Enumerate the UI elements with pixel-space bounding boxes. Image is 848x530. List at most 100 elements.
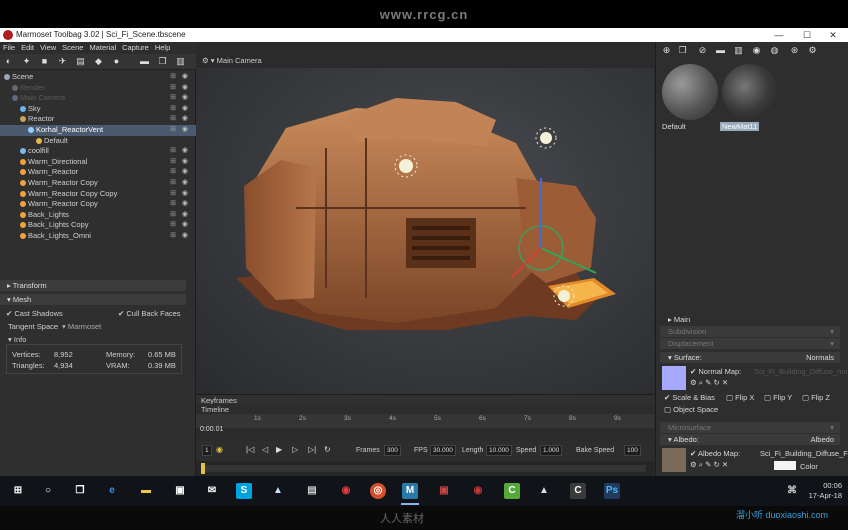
settings-icon[interactable]: ⚙	[808, 46, 817, 55]
cast-shadows-checkbox[interactable]: ✔ Cast Shadows	[6, 309, 63, 318]
add-material-icon[interactable]: ⊕	[662, 46, 671, 55]
search-icon[interactable]: ○	[40, 483, 56, 499]
tree-item-coolfill[interactable]: coolfill ⊞ ◉	[0, 146, 196, 157]
minimize-button[interactable]: —	[766, 28, 792, 42]
duplicate-material-icon[interactable]: ❐	[678, 46, 687, 55]
eye-icon[interactable]: ◉	[182, 72, 188, 83]
eye-icon[interactable]: ◉	[182, 199, 188, 210]
tree-item-render[interactable]: Render ⊞ ◉	[0, 83, 196, 94]
lock-icon[interactable]: ⊞	[170, 210, 176, 221]
lock-icon[interactable]: ⊞	[170, 189, 176, 200]
mesh-section-header[interactable]: ▾ Mesh	[0, 294, 186, 305]
menu-material[interactable]: Material	[86, 42, 119, 53]
folder-icon[interactable]: ▬	[716, 46, 725, 55]
tree-item-sky[interactable]: Sky ⊞ ◉	[0, 104, 196, 115]
menu-edit[interactable]: Edit	[18, 42, 37, 53]
tree-item-scene[interactable]: Scene ⊞ ◉	[0, 72, 196, 83]
eye-icon[interactable]: ◉	[182, 157, 188, 168]
lock-icon[interactable]: ⊞	[170, 93, 176, 104]
albedo-map-checkbox[interactable]: ✔ Albedo Map:	[690, 449, 740, 458]
eye-icon[interactable]: ◉	[182, 83, 188, 94]
tree-item-korhal-reactorvent[interactable]: Korhal_ReactorVent ⊞ ◉	[0, 124, 196, 136]
delete-icon[interactable]: ▥	[734, 46, 743, 55]
tree-item-back-lights-omni[interactable]: Back_Lights_Omni ⊞ ◉	[0, 231, 196, 242]
tree-item-default[interactable]: Default	[0, 136, 196, 147]
displacement-section[interactable]: Displacement ▾	[660, 338, 840, 349]
file-explorer-icon[interactable]: ▬	[138, 483, 154, 499]
image-viewer-icon[interactable]: ▲	[536, 483, 552, 499]
object-space-checkbox[interactable]: ▢ Object Space	[664, 405, 718, 414]
camera-icon[interactable]: ■	[40, 57, 49, 66]
flip-z-checkbox[interactable]: ▢ Flip Z	[802, 393, 830, 402]
group-icon[interactable]: ▤	[76, 57, 85, 66]
subdivision-section[interactable]: Subdivision ▾	[660, 326, 840, 337]
menu-view[interactable]: View	[37, 42, 59, 53]
albedo-map-actions[interactable]: ⚙ ⌕ ✎ ↻ ✕	[690, 460, 728, 470]
maximize-button[interactable]: ☐	[794, 28, 820, 42]
eye-icon[interactable]: ◉	[182, 220, 188, 231]
eye-icon[interactable]: ◉	[182, 104, 188, 115]
main-section-header[interactable]: ▸ Main	[660, 314, 840, 325]
albedo-color-swatch[interactable]	[774, 461, 796, 470]
close-button[interactable]: ✕	[820, 28, 846, 42]
cull-back-faces-checkbox[interactable]: ✔ Cull Back Faces	[118, 309, 181, 318]
lock-icon[interactable]: ⊞	[170, 83, 176, 94]
camtasia-icon[interactable]: C	[504, 483, 520, 499]
tree-item-reactor[interactable]: Reactor ⊞ ◉	[0, 114, 196, 125]
timeline-scrubber[interactable]	[196, 461, 654, 476]
tree-item-warm-reactor-copy-copy[interactable]: Warm_Reactor Copy Copy ⊞ ◉	[0, 189, 196, 200]
material-label-newmat11[interactable]: NewMat11	[720, 122, 760, 131]
3d-viewport[interactable]	[196, 68, 654, 394]
normal-map-checkbox[interactable]: ✔ Normal Map:	[690, 367, 741, 376]
marmoset-taskbar-icon[interactable]: M	[402, 483, 418, 499]
menu-file[interactable]: File	[0, 42, 18, 53]
camera-selector[interactable]: ⚙ ▾ Main Camera	[202, 56, 262, 65]
eye-icon[interactable]: ◉	[182, 210, 188, 221]
task-view-icon[interactable]: ❐	[72, 483, 88, 499]
normal-map-thumb[interactable]	[662, 366, 686, 390]
lock-icon[interactable]: ⊞	[170, 178, 176, 189]
light-bulb-icon[interactable]	[535, 127, 557, 149]
tangent-space-dropdown[interactable]: ▾ Marmoset	[62, 322, 101, 331]
speed-input[interactable]: 1.000	[540, 445, 563, 456]
lock-icon[interactable]: ⊞	[170, 104, 176, 115]
flip-x-checkbox[interactable]: ▢ Flip X	[726, 393, 754, 402]
lock-icon[interactable]: ⊞	[170, 231, 176, 242]
play-icon[interactable]: ▶	[276, 445, 282, 454]
bake-speed-input[interactable]: 100	[624, 445, 641, 456]
tree-item-warm-reactor-copy[interactable]: Warm_Reactor Copy ⊞ ◉	[0, 178, 196, 189]
pick-icon[interactable]: ⊛	[790, 46, 799, 55]
eye-icon[interactable]: ◉	[182, 178, 188, 189]
network-icon[interactable]: ⌘	[784, 483, 800, 499]
microsurface-section[interactable]: Microsurface ▾	[660, 422, 840, 433]
keyframes-header[interactable]: Keyframes	[196, 394, 654, 405]
eye-icon[interactable]: ◉	[182, 167, 188, 178]
menu-capture[interactable]: Capture	[119, 42, 152, 53]
view-icon[interactable]: ◉	[752, 46, 761, 55]
prev-frame-icon[interactable]: ◁	[262, 445, 268, 454]
eye-icon[interactable]: ◉	[182, 231, 188, 242]
surface-section[interactable]: ▾ Surface: Normals	[660, 352, 840, 363]
frames-input[interactable]: 300	[384, 445, 401, 456]
lock-icon[interactable]: ⊞	[170, 125, 176, 136]
scale-bias-checkbox[interactable]: ✔ Scale & Bias	[664, 393, 715, 402]
photos-icon[interactable]: ▤	[304, 483, 320, 499]
normal-map-actions[interactable]: ⚙ ⌕ ✎ ↻ ✕	[690, 378, 728, 388]
last-frame-icon[interactable]: ▷|	[308, 445, 316, 454]
record-icon[interactable]: ◉	[216, 445, 223, 454]
loop-icon[interactable]: ↻	[324, 445, 331, 454]
tree-item-back-lights[interactable]: Back_Lights ⊞ ◉	[0, 210, 196, 221]
transform-section-header[interactable]: ▸ Transform	[0, 280, 186, 291]
info-header[interactable]: ▾ Info	[8, 335, 26, 344]
shadow-catcher-icon[interactable]: ●	[112, 57, 121, 66]
lock-icon[interactable]: ⊞	[170, 167, 176, 178]
eye-icon[interactable]: ◉	[182, 114, 188, 125]
eye-icon[interactable]: ◉	[182, 146, 188, 157]
import-material-icon[interactable]: ⊘	[698, 46, 707, 55]
material-thumb-default[interactable]	[662, 64, 718, 120]
frame-field[interactable]: 1	[202, 445, 212, 456]
lock-icon[interactable]: ⊞	[170, 146, 176, 157]
menu-help[interactable]: Help	[152, 42, 173, 53]
fps-input[interactable]: 30.000	[430, 445, 456, 456]
tree-item-back-lights-copy[interactable]: Back_Lights Copy ⊞ ◉	[0, 220, 196, 231]
